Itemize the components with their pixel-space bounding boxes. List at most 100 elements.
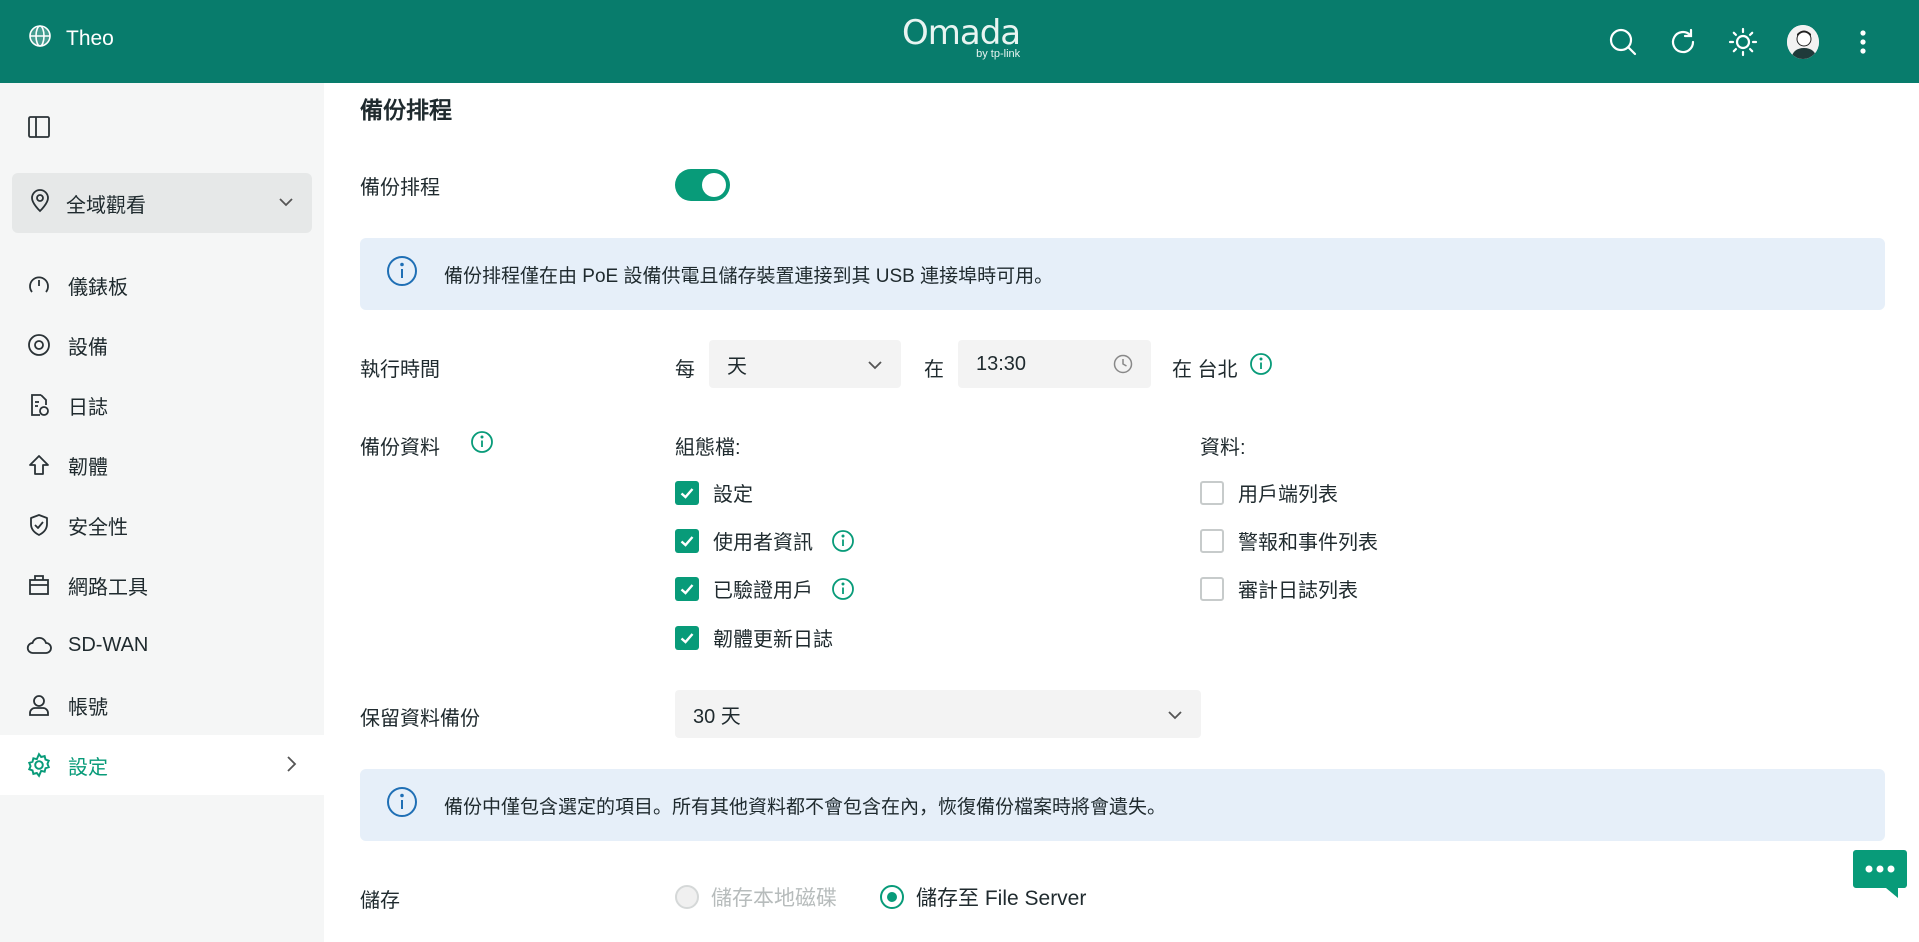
checkbox-label: 審計日誌列表 <box>1238 580 1358 602</box>
checkbox-checked-icon <box>675 480 699 505</box>
radio-storage-local[interactable]: 儲存本地磁碟 <box>675 882 837 912</box>
notice-text: 備份排程僅在由 PoE 設備供電且儲存裝置連接到其 USB 連接埠時可用。 <box>444 265 1054 287</box>
sidebar-item-logs[interactable]: 日誌 <box>0 375 324 435</box>
info-icon <box>386 255 418 293</box>
checkbox-authenticated-users[interactable]: 已驗證用戶 <box>675 574 813 603</box>
chevron-down-icon <box>278 193 294 216</box>
sidebar-item-label: 設定 <box>68 756 108 779</box>
main-content: 備份排程 備份排程 備份排程僅在由 PoE 設備供電且儲存裝置連接到其 USB … <box>360 83 1885 942</box>
globe-icon <box>28 24 52 54</box>
checkbox-unchecked-icon <box>1200 480 1224 505</box>
sidebar-item-security[interactable]: 安全性 <box>0 495 324 555</box>
sidebar-item-devices[interactable]: 設備 <box>0 315 324 375</box>
every-label: 每 <box>675 359 695 381</box>
sidebar: 全域觀看 儀錶板 設備 日誌 韌體 安全性 網路工具 SD-WAN 帳號 設定 <box>0 83 324 942</box>
avatar-icon <box>1787 25 1819 59</box>
time-value: 13:30 <box>976 352 1027 375</box>
refresh-icon[interactable] <box>1667 22 1699 62</box>
timezone-label: 在 台北 <box>1172 359 1238 381</box>
chat-support-button[interactable] <box>1852 848 1908 900</box>
gauge-icon <box>26 272 52 298</box>
device-icon <box>26 332 52 358</box>
sidebar-item-network-tools[interactable]: 網路工具 <box>0 555 324 615</box>
notice-backup-scope: 備份中僅包含選定的項目。所有其他資料都不會包含在內，恢復備份檔案時將會遺失。 <box>360 769 1885 841</box>
omada-logo: Omada by tp-link <box>902 13 1021 60</box>
radio-disabled-icon <box>675 885 699 909</box>
checkbox-firmware-log[interactable]: 韌體更新日誌 <box>675 623 833 652</box>
search-icon[interactable] <box>1607 22 1639 62</box>
radio-label: 儲存至 File Server <box>916 887 1087 910</box>
config-header: 組態檔: <box>675 437 741 459</box>
retention-select[interactable]: 30 天 <box>675 690 1201 738</box>
time-picker[interactable]: 13:30 <box>958 340 1151 388</box>
frequency-value: 天 <box>727 355 747 378</box>
page-title: 備份排程 <box>360 97 452 123</box>
user-avatar[interactable] <box>1787 22 1819 62</box>
upgrade-arrow-icon <box>26 452 52 478</box>
timezone-info-icon[interactable] <box>1249 352 1273 381</box>
chevron-down-icon <box>867 356 883 379</box>
checkbox-label: 使用者資訊 <box>713 532 813 554</box>
more-vertical-icon[interactable] <box>1847 22 1879 62</box>
radio-selected-icon <box>880 885 904 909</box>
location-pin-icon <box>28 187 52 219</box>
checkbox-label: 警報和事件列表 <box>1238 532 1378 554</box>
sidebar-item-label: 網路工具 <box>68 576 148 599</box>
run-time-label: 執行時間 <box>360 359 440 381</box>
sidebar-collapse-icon[interactable] <box>28 116 50 143</box>
checkbox-unchecked-icon <box>1200 576 1224 601</box>
storage-label: 儲存 <box>360 890 400 912</box>
retention-label: 保留資料備份 <box>360 708 480 730</box>
chevron-right-icon <box>284 755 298 779</box>
shield-icon <box>26 512 52 538</box>
sidebar-item-account[interactable]: 帳號 <box>0 675 324 735</box>
at-label: 在 <box>924 359 944 381</box>
backup-schedule-toggle[interactable] <box>675 169 730 201</box>
clock-icon <box>1113 354 1133 380</box>
chevron-down-icon <box>1167 706 1183 729</box>
checkbox-checked-icon <box>675 576 699 601</box>
sidebar-item-dashboard[interactable]: 儀錶板 <box>0 255 324 315</box>
frequency-select[interactable]: 天 <box>709 340 901 388</box>
sidebar-item-label: 安全性 <box>68 516 128 539</box>
sidebar-item-label: 日誌 <box>68 396 108 419</box>
sidebar-item-label: 設備 <box>68 336 108 359</box>
sidebar-nav: 儀錶板 設備 日誌 韌體 安全性 網路工具 SD-WAN 帳號 設定 <box>0 255 324 795</box>
site-selector-label: 全域觀看 <box>66 194 146 217</box>
checkbox-label: 設定 <box>713 484 753 506</box>
sidebar-item-label: 韌體 <box>68 456 108 479</box>
sidebar-item-firmware[interactable]: 韌體 <box>0 435 324 495</box>
radio-storage-file-server[interactable]: 儲存至 File Server <box>880 882 1086 912</box>
user-info-info-icon[interactable] <box>831 529 855 558</box>
checkbox-checked-icon <box>675 528 699 553</box>
sidebar-item-sd-wan[interactable]: SD-WAN <box>0 615 324 675</box>
authenticated-users-info-icon[interactable] <box>831 577 855 606</box>
radio-label: 儲存本地磁碟 <box>711 887 837 910</box>
site-indicator[interactable]: Theo <box>28 24 114 54</box>
sidebar-item-label: 儀錶板 <box>68 276 128 299</box>
site-selector-dropdown[interactable]: 全域觀看 <box>12 173 312 233</box>
logo-main: Omada <box>902 13 1021 53</box>
checkbox-settings[interactable]: 設定 <box>675 478 753 507</box>
checkbox-client-list[interactable]: 用戶端列表 <box>1200 478 1338 507</box>
sidebar-item-settings[interactable]: 設定 <box>0 735 324 795</box>
theme-sun-icon[interactable] <box>1727 22 1759 62</box>
backup-data-info-icon[interactable] <box>470 430 494 459</box>
backup-data-label: 備份資料 <box>360 437 440 459</box>
checkbox-user-info[interactable]: 使用者資訊 <box>675 526 813 555</box>
user-icon <box>26 692 52 718</box>
checkbox-audit-log[interactable]: 審計日誌列表 <box>1200 574 1358 603</box>
log-document-icon <box>26 392 52 418</box>
data-header: 資料: <box>1200 437 1246 459</box>
checkbox-label: 已驗證用戶 <box>713 580 813 602</box>
checkbox-label: 韌體更新日誌 <box>713 629 833 651</box>
backup-schedule-label: 備份排程 <box>360 177 440 199</box>
checkbox-alerts-events[interactable]: 警報和事件列表 <box>1200 526 1378 555</box>
toolbox-icon <box>26 572 52 598</box>
notice-poe-usb: 備份排程僅在由 PoE 設備供電且儲存裝置連接到其 USB 連接埠時可用。 <box>360 238 1885 310</box>
gear-icon <box>26 752 52 778</box>
sidebar-item-label: 帳號 <box>68 696 108 719</box>
cloud-icon <box>26 632 52 658</box>
retention-value: 30 天 <box>693 705 741 728</box>
sidebar-item-label: SD-WAN <box>68 633 149 656</box>
